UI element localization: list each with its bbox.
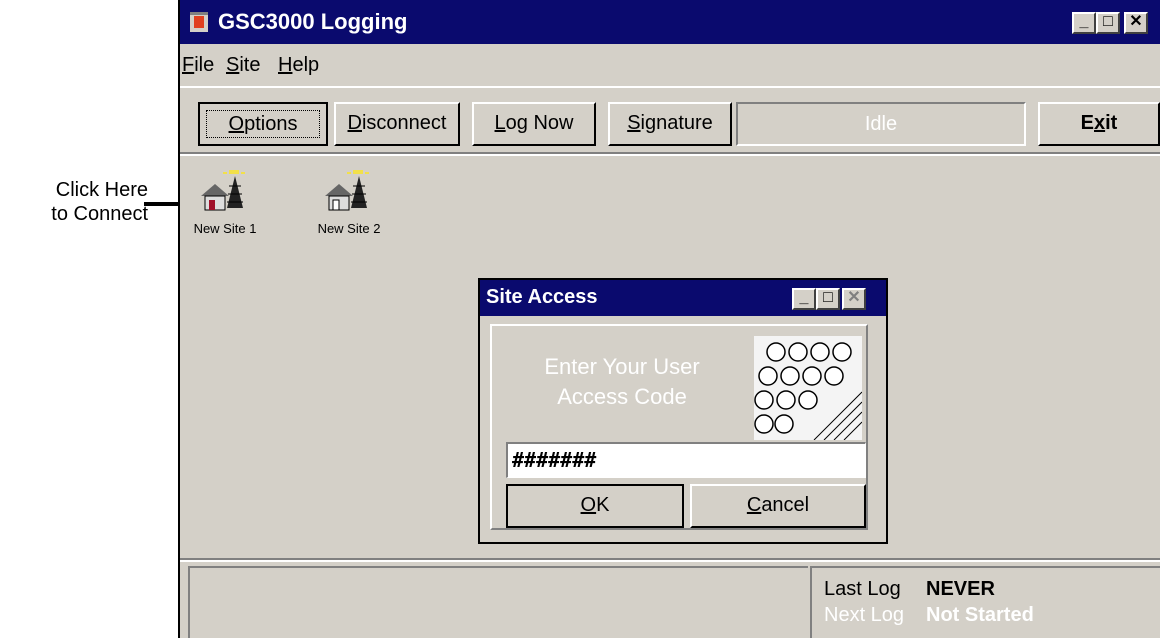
- log-status-panel: Last Log NEVER Next Log Not Started: [810, 566, 1160, 638]
- signature-button[interactable]: Signature: [608, 102, 732, 146]
- click-here-annotation: Click Here to Connect: [0, 178, 148, 226]
- disconnect-button[interactable]: Disconnect: [334, 102, 460, 146]
- log-now-accel: L: [494, 112, 506, 134]
- exit-button[interactable]: Exit: [1038, 102, 1160, 146]
- exit-accel: x: [1094, 112, 1106, 134]
- close-button[interactable]: ✕: [1124, 12, 1148, 34]
- menu-file[interactable]: File: [182, 54, 214, 77]
- site-house-tower-icon: [201, 170, 245, 211]
- menu-file-label: ile: [194, 54, 215, 76]
- window-title: GSC3000 Logging: [218, 9, 408, 34]
- status-divider: [180, 558, 1160, 562]
- last-log-value: NEVER: [926, 578, 995, 600]
- menu-bar: File Site Help: [180, 46, 1160, 86]
- signature-label: ignature: [640, 112, 713, 134]
- ok-accel: O: [580, 494, 597, 516]
- prompt-line-1: Enter Your User: [544, 354, 700, 379]
- exit-label-pre: E: [1080, 112, 1094, 134]
- log-now-button[interactable]: Log Now: [472, 102, 596, 146]
- site-label: New Site 1: [193, 221, 257, 236]
- cancel-label: ancel: [761, 494, 810, 516]
- dialog-title: Site Access: [486, 286, 598, 308]
- last-log-label: Last Log: [824, 578, 901, 600]
- minimize-icon: _: [799, 289, 809, 306]
- menu-help[interactable]: Help: [278, 54, 319, 77]
- dialog-title-bar: Site Access _ □ ✕: [480, 280, 886, 316]
- dialog-minimize-button[interactable]: _: [792, 288, 816, 310]
- title-bar: GSC3000 Logging _ □ ✕: [180, 0, 1160, 44]
- app-icon: [190, 12, 208, 32]
- annotation-line-1: Click Here: [55, 179, 148, 201]
- menu-file-accel: F: [182, 54, 195, 76]
- dialog-close-button[interactable]: ✕: [842, 288, 866, 310]
- prompt-line-2: Access Code: [557, 384, 687, 409]
- cancel-accel: C: [746, 494, 762, 516]
- maximize-icon: □: [1103, 13, 1113, 30]
- next-log-value: Not Started: [926, 604, 1034, 626]
- close-icon: ✕: [847, 289, 861, 306]
- ok-label: K: [596, 494, 610, 516]
- close-icon: ✕: [1129, 13, 1143, 30]
- status-field: Idle: [736, 102, 1026, 146]
- menu-help-accel: H: [278, 54, 293, 76]
- menu-site[interactable]: Site: [226, 54, 260, 77]
- dialog-maximize-button[interactable]: □: [816, 288, 840, 310]
- site-house-tower-icon: [325, 170, 369, 211]
- disconnect-label: isconnect: [361, 112, 447, 134]
- access-code-prompt: Enter Your User Access Code: [512, 352, 732, 412]
- minimize-icon: _: [1079, 13, 1089, 30]
- menu-help-label: elp: [292, 54, 320, 76]
- site-access-dialog: Site Access _ □ ✕ Enter Your User Access…: [478, 278, 888, 544]
- options-accel: O: [228, 113, 245, 135]
- signature-accel: S: [627, 112, 641, 134]
- menu-site-label: ite: [239, 54, 261, 76]
- maximize-icon: □: [823, 289, 833, 306]
- dialog-body: Enter Your User Access Code ####### OK C…: [490, 324, 868, 530]
- next-log-label: Next Log: [824, 604, 905, 626]
- site-1[interactable]: New Site 1: [180, 168, 270, 236]
- cancel-button[interactable]: Cancel: [690, 484, 866, 528]
- toolbar: Options Disconnect Log Now Signature Idl…: [180, 86, 1160, 154]
- minimize-button[interactable]: _: [1072, 12, 1096, 34]
- options-label: ptions: [244, 113, 298, 135]
- ok-button[interactable]: OK: [506, 484, 684, 528]
- disconnect-accel: D: [347, 112, 362, 134]
- keypad-logo-icon: [754, 336, 862, 440]
- status-panel-left: [188, 566, 808, 638]
- maximize-button[interactable]: □: [1096, 12, 1120, 34]
- site-label: New Site 2: [317, 221, 381, 236]
- menu-site-accel: S: [226, 54, 240, 76]
- options-button[interactable]: Options: [198, 102, 328, 146]
- annotation-line-2: to Connect: [51, 203, 148, 225]
- toolbar-divider: [180, 152, 1160, 156]
- log-now-label: og Now: [505, 112, 574, 134]
- access-code-input[interactable]: #######: [506, 442, 866, 478]
- site-2[interactable]: New Site 2: [304, 168, 394, 236]
- exit-label-rest: it: [1105, 112, 1118, 134]
